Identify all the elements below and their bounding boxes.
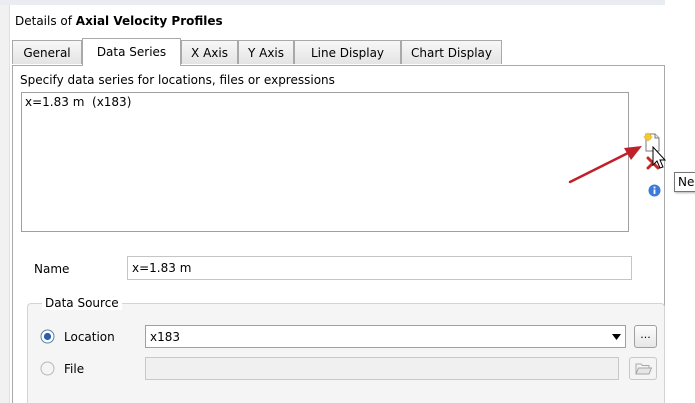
tab-general[interactable]: General — [12, 40, 82, 64]
file-path-field[interactable] — [145, 357, 619, 380]
file-radio-label[interactable]: File — [64, 362, 84, 376]
location-radio-label[interactable]: Location — [64, 330, 115, 344]
chevron-down-icon — [612, 334, 621, 340]
details-title: Details of Axial Velocity Profiles — [15, 14, 223, 28]
mouse-pointer-icon — [652, 146, 667, 169]
location-radio[interactable] — [40, 329, 55, 344]
details-object-name: Axial Velocity Profiles — [75, 14, 223, 28]
details-prefix: Details of — [15, 14, 76, 28]
tab-line-display[interactable]: Line Display — [294, 40, 401, 64]
data-source-group — [27, 303, 665, 403]
tab-chart-display[interactable]: Chart Display — [401, 40, 502, 64]
name-field[interactable] — [127, 256, 632, 280]
tab-x-axis[interactable]: X Axis — [181, 40, 238, 64]
open-folder-icon — [635, 363, 653, 375]
series-list[interactable]: x=1.83 m (x183) — [21, 92, 629, 232]
tab-y-axis[interactable]: Y Axis — [238, 40, 294, 64]
location-browse-button[interactable]: ... — [634, 325, 657, 348]
series-info-button[interactable] — [648, 184, 661, 197]
tab-data-series[interactable]: Data Series — [82, 38, 181, 66]
list-item[interactable]: x=1.83 m (x183) — [25, 95, 131, 109]
file-open-button[interactable] — [629, 357, 657, 380]
details-header: Details of Axial Velocity Profiles — [10, 5, 665, 35]
location-select-value: x183 — [150, 330, 181, 344]
data-source-title: Data Source — [42, 296, 122, 310]
file-radio[interactable] — [40, 361, 55, 376]
location-select[interactable]: x183 — [145, 325, 626, 348]
window-frame-left — [0, 5, 10, 403]
name-label: Name — [34, 262, 70, 276]
new-button-tooltip: New — [674, 172, 695, 192]
info-icon — [648, 184, 661, 197]
series-instruction: Specify data series for locations, files… — [20, 73, 335, 87]
